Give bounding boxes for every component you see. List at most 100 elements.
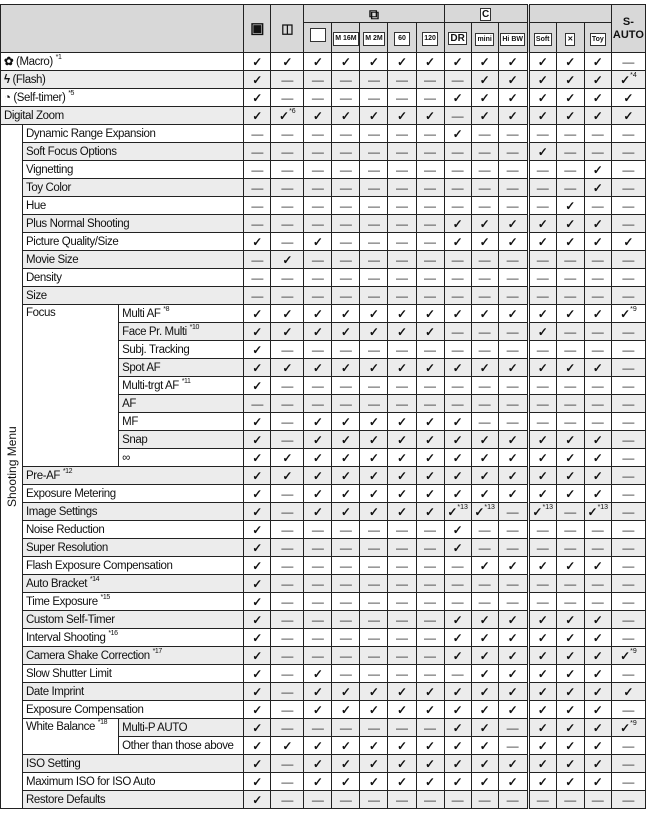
available-cell: ✓	[583, 754, 612, 773]
available-cell: ✓	[555, 448, 585, 467]
not-available-cell: —	[270, 88, 305, 107]
available-cell: ✓	[526, 484, 557, 503]
available-cell: ✓	[526, 772, 557, 791]
not-available-cell: —	[610, 772, 646, 791]
available-cell: ✓	[583, 736, 612, 755]
available-cell: ✓	[555, 70, 585, 89]
not-available-cell: —	[526, 178, 557, 197]
not-available-cell: —	[526, 160, 557, 179]
row-label-text: Exposure Compensation	[26, 703, 144, 716]
not-available-cell: —	[610, 628, 646, 647]
available-cell: ✓	[583, 106, 612, 125]
effect-mode-2-icon: Toy	[583, 22, 612, 53]
row-label: White Balance *18	[22, 718, 120, 755]
not-available-cell: —	[359, 538, 389, 557]
not-available-cell: —	[270, 610, 305, 629]
scene-mode-0-icon: DR	[443, 22, 472, 53]
row-label: Maximum ISO for ISO Auto	[22, 772, 245, 791]
footnote-ref: *9	[630, 305, 637, 313]
not-available-cell: —	[270, 682, 305, 701]
table-row: Exposure Compensation ✓ — ✓ ✓ ✓ ✓ ✓ ✓ ✓ ✓ ✓ ✓ ✓ —	[1, 700, 646, 719]
available-cell: ✓	[526, 736, 557, 755]
not-available-cell: —	[331, 70, 361, 89]
not-available-cell: —	[387, 790, 417, 809]
row-label-text: Camera Shake Correction	[26, 649, 150, 662]
row-label: Vignetting	[22, 160, 245, 179]
not-available-cell: —	[443, 664, 472, 683]
available-cell: ✓	[359, 304, 389, 323]
available-cell: ✓	[470, 448, 499, 467]
available-cell: ✓	[555, 484, 585, 503]
shooting-mode-compatibility-table: ▣ ◫ ⧉ C S-AUTO M 16M M 2M 60 120 DR mini Hi BW…	[0, 0, 646, 820]
available-cell: ✓	[583, 772, 612, 791]
not-available-cell: —	[555, 340, 585, 359]
row-label: Movie Size	[22, 250, 245, 269]
compatibility-table: ▣ ◫ ⧉ C S-AUTO M 16M M 2M 60 120 DR mini Hi BW…	[0, 4, 646, 809]
available-cell: ✓	[555, 772, 585, 791]
not-available-cell: —	[331, 538, 361, 557]
available-cell: ✓	[243, 322, 272, 341]
available-cell: ✓	[610, 88, 646, 107]
not-available-cell: —	[470, 178, 499, 197]
available-cell: ✓	[243, 754, 272, 773]
not-available-cell: —	[270, 646, 305, 665]
not-available-cell: —	[415, 610, 445, 629]
not-available-cell: —	[610, 340, 646, 359]
not-available-cell: —	[387, 592, 417, 611]
not-available-cell: —	[270, 178, 305, 197]
row-label-text: Subj. Tracking	[122, 343, 190, 356]
available-cell: ✓	[359, 772, 389, 791]
available-cell: ✓	[387, 502, 417, 521]
not-available-cell: —	[526, 286, 557, 305]
not-available-cell: —	[387, 394, 417, 413]
row-label-text: Multi-trgt AF	[122, 379, 179, 392]
not-available-cell: —	[270, 268, 305, 287]
not-available-cell: —	[443, 592, 472, 611]
not-available-cell: —	[243, 214, 272, 233]
available-cell: ✓	[443, 88, 472, 107]
available-cell: ✓	[526, 646, 557, 665]
available-cell: ✓	[243, 232, 272, 251]
available-cell: ✓	[443, 772, 472, 791]
not-available-cell: —	[526, 250, 557, 269]
available-cell: ✓	[526, 142, 557, 161]
available-cell: ✓	[387, 466, 417, 485]
available-cell: ✓	[497, 466, 529, 485]
row-label-text: Soft Focus Options	[26, 145, 117, 158]
not-available-cell: —	[331, 124, 361, 143]
continuous-mode-3-icon: 60	[387, 22, 417, 53]
not-available-cell: —	[303, 214, 333, 233]
available-cell: ✓	[470, 466, 499, 485]
not-available-cell: —	[359, 718, 389, 737]
row-label-text: Face Pr. Multi	[122, 325, 187, 338]
available-cell: ✓	[583, 448, 612, 467]
table-row: Plus Normal Shooting — — — — — — — ✓ ✓ ✓ ✓ ✓ ✓ —	[1, 214, 646, 233]
available-cell: ✓	[583, 466, 612, 485]
not-available-cell: —	[270, 160, 305, 179]
available-cell: ✓	[270, 322, 305, 341]
available-cell: ✓	[443, 412, 472, 431]
available-cell: ✓	[359, 52, 389, 71]
available-cell: ✓*9	[610, 718, 646, 737]
available-cell: ✓	[555, 214, 585, 233]
available-cell: ✓	[526, 358, 557, 377]
not-available-cell: —	[497, 322, 529, 341]
not-available-cell: —	[303, 268, 333, 287]
available-cell: ✓	[387, 430, 417, 449]
not-available-cell: —	[470, 412, 499, 431]
not-available-cell: —	[415, 574, 445, 593]
not-available-cell: —	[359, 376, 389, 395]
available-cell: ✓	[415, 484, 445, 503]
available-cell: ✓	[583, 52, 612, 71]
not-available-cell: —	[270, 70, 305, 89]
table-row: Pre-AF *12 ✓ ✓ ✓ ✓ ✓ ✓ ✓ ✓ ✓ ✓ ✓ ✓ ✓ —	[1, 466, 646, 485]
available-cell: ✓	[555, 682, 585, 701]
available-cell: ✓	[583, 358, 612, 377]
available-cell: ✓	[526, 304, 557, 323]
not-available-cell: —	[583, 520, 612, 539]
not-available-cell: —	[415, 538, 445, 557]
not-available-cell: —	[470, 322, 499, 341]
not-available-cell: —	[555, 142, 585, 161]
footnote-ref: *10	[189, 323, 200, 331]
not-available-cell: —	[583, 250, 612, 269]
